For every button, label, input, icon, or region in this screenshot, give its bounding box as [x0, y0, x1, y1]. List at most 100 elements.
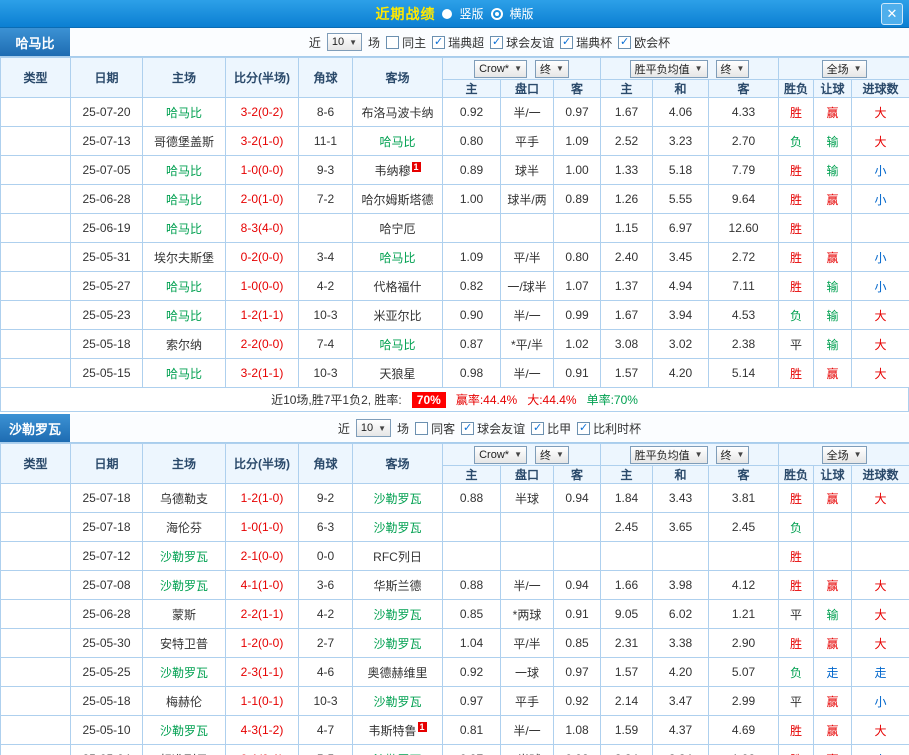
scope-select[interactable]: 全场 ▼: [821, 445, 867, 464]
avg-home: 1.37: [600, 271, 654, 301]
goals-flag: [851, 541, 909, 571]
result-flag: 胜: [778, 541, 815, 571]
filter-checkbox-label[interactable]: 同客: [431, 420, 455, 437]
avg-away: [708, 541, 780, 571]
filter-checkbox-group[interactable]: ✓ 比甲: [531, 420, 571, 437]
filter-checkbox[interactable]: ✓: [461, 421, 475, 435]
filter-checkbox-group[interactable]: 同客: [415, 420, 455, 437]
avg-home: 1.33: [600, 155, 654, 185]
filter-checkbox-group[interactable]: ✓ 瑞典杯: [560, 34, 612, 51]
odds-period-select[interactable]: 终 ▼: [534, 445, 569, 464]
scope-select[interactable]: 全场 ▼: [821, 59, 867, 78]
filter-checkbox-label[interactable]: 瑞典杯: [576, 34, 612, 51]
avg-draw: 3.02: [652, 329, 710, 359]
col-score: 比分(半场): [225, 443, 299, 484]
home-team: 哈马比: [142, 300, 226, 330]
filter-checkbox[interactable]: ✓: [560, 35, 574, 49]
odds-handicap-line: *平/半: [500, 329, 554, 359]
avg-home: 1.67: [600, 97, 654, 127]
filter-checkbox-label[interactable]: 欧会杯: [634, 34, 670, 51]
handicap-flag: 赢: [813, 570, 853, 600]
away-team-label: 韦斯特鲁: [368, 723, 417, 738]
avg-select-group: 胜平负均值 ▼ 终 ▼: [600, 57, 780, 80]
odds-company-select[interactable]: Crow* ▼: [474, 59, 527, 78]
odds-away: 0.92: [552, 686, 602, 716]
filter-checkbox-group[interactable]: ✓ 欧会杯: [618, 34, 670, 51]
match-row: 瑞典超 25-05-23 哈马比 1-2(1-1) 10-3 米亚尔比 0.90 半/一 0.9…: [0, 300, 909, 330]
goals-flag: 大: [851, 97, 909, 127]
home-team: 哈马比: [142, 155, 226, 185]
handicap-flag: [813, 541, 853, 571]
avg-period-select[interactable]: 终 ▼: [715, 59, 750, 78]
away-team-label: 沙勒罗瓦: [373, 694, 422, 709]
result-flag: 胜: [778, 97, 815, 127]
avg-home: 1.67: [600, 300, 654, 330]
match-date: 25-05-18: [70, 329, 143, 359]
filter-checkbox[interactable]: ✓: [531, 421, 545, 435]
scope-select-group: 全场 ▼: [778, 57, 909, 80]
avg-draw: 5.18: [652, 155, 710, 185]
filter-checkbox-group[interactable]: ✓ 球会友谊: [490, 34, 554, 51]
avg-draw: 3.65: [652, 512, 710, 542]
home-team-label: 沙勒罗瓦: [159, 578, 208, 593]
match-score: 4-3(1-2): [225, 715, 299, 745]
match-score: 3-2(1-1): [225, 358, 299, 388]
corner-count: 8-6: [298, 97, 353, 127]
avg-type-value: 胜平负均值: [634, 63, 690, 76]
avg-draw: 4.37: [652, 715, 710, 745]
odds-home: 0.80: [442, 126, 501, 156]
col-goals: 进球数: [851, 79, 909, 98]
odds-handicap-line: 半/一: [500, 715, 554, 745]
filter-checkbox-label[interactable]: 球会友谊: [506, 34, 554, 51]
match-row: 瑞典超 25-06-28 哈马比 2-0(1-0) 7-2 哈尔姆斯塔德 1.00 球半/两 0…: [0, 184, 909, 214]
handicap-flag: 赢: [813, 242, 853, 272]
avg-period-select[interactable]: 终 ▼: [715, 445, 750, 464]
avg-type-select[interactable]: 胜平负均值 ▼: [629, 445, 708, 464]
filter-checkbox-label[interactable]: 同主: [402, 34, 426, 51]
filter-checkbox[interactable]: ✓: [577, 421, 591, 435]
close-icon[interactable]: ✕: [881, 3, 903, 25]
odds-home: 0.97: [442, 686, 501, 716]
filter-checkbox[interactable]: ✓: [432, 35, 446, 49]
away-team: RFC列日: [352, 541, 443, 571]
home-team-label: 哈马比: [165, 163, 202, 178]
league-badge: 瑞典超: [0, 358, 71, 388]
result-flag: 胜: [778, 242, 815, 272]
match-score: 1-2(1-0): [225, 483, 299, 513]
odds-period-select[interactable]: 终 ▼: [534, 59, 569, 78]
avg-home: 1.26: [600, 184, 654, 214]
avg-draw: 3.47: [652, 686, 710, 716]
horizontal-radio-label[interactable]: 横版: [510, 5, 534, 22]
match-score: 1-0(0-0): [225, 155, 299, 185]
odds-company-select[interactable]: Crow* ▼: [474, 445, 527, 464]
avg-draw: 4.94: [652, 271, 710, 301]
avg-away: 5.14: [708, 358, 780, 388]
odds-home: 0.98: [442, 358, 501, 388]
match-date: 25-07-18: [70, 483, 143, 513]
match-count-select[interactable]: 10 ▼: [326, 33, 363, 51]
filter-checkbox-group[interactable]: ✓ 瑞典超: [432, 34, 484, 51]
col-odds-home: 主: [442, 79, 501, 98]
filter-checkbox-label[interactable]: 比利时杯: [593, 420, 641, 437]
filter-checkbox-group[interactable]: 同主: [386, 34, 426, 51]
filter-checkbox-group[interactable]: ✓ 球会友谊: [461, 420, 525, 437]
match-count-select[interactable]: 10 ▼: [355, 419, 392, 437]
filter-checkbox[interactable]: ✓: [618, 35, 632, 49]
horizontal-radio[interactable]: [490, 7, 503, 20]
avg-type-select[interactable]: 胜平负均值 ▼: [629, 59, 708, 78]
filter-checkbox-label[interactable]: 比甲: [547, 420, 571, 437]
filter-checkbox-group[interactable]: ✓ 比利时杯: [577, 420, 641, 437]
avg-draw: 4.20: [652, 358, 710, 388]
filter-checkbox-label[interactable]: 瑞典超: [448, 34, 484, 51]
filter-checkbox[interactable]: ✓: [490, 35, 504, 49]
vertical-radio[interactable]: [442, 8, 453, 19]
avg-away: 4.33: [708, 97, 780, 127]
odds-period-value: 终: [539, 63, 551, 76]
away-team-label: RFC列日: [373, 549, 422, 564]
col-type: 类型: [0, 443, 71, 484]
filter-checkbox-label[interactable]: 球会友谊: [477, 420, 525, 437]
vertical-radio-label[interactable]: 竖版: [459, 5, 483, 22]
filter-checkbox[interactable]: [386, 35, 400, 49]
avg-home: 3.08: [600, 329, 654, 359]
filter-checkbox[interactable]: [415, 421, 429, 435]
